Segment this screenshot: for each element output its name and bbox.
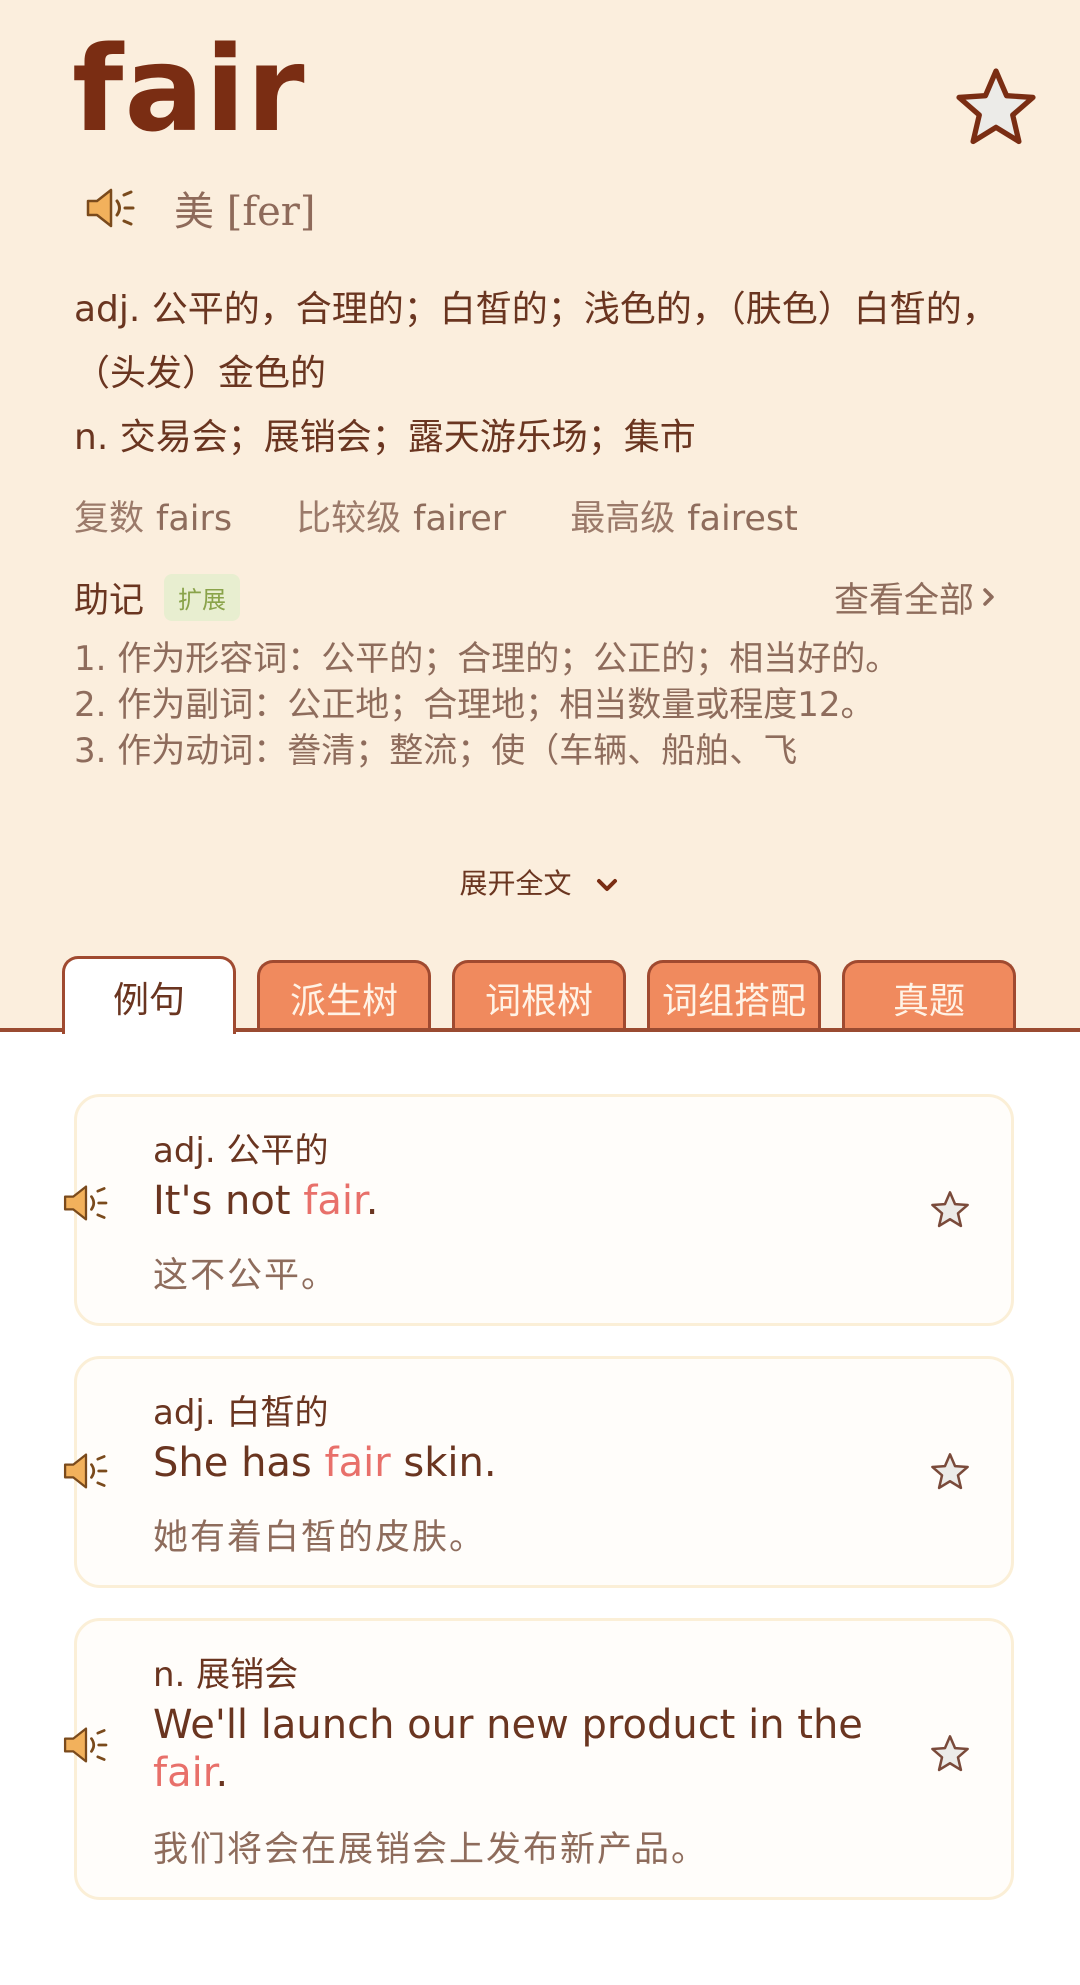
expand-button[interactable]: 展开全文 — [0, 862, 1080, 902]
mnemonic-header: 助记 扩展 查看全部 — [74, 572, 1004, 622]
example-card: n. 展销会 We'll launch our new product in t… — [63, 1618, 1014, 1900]
headword: fair — [72, 20, 306, 158]
form-plural: 复数 fairs — [74, 499, 233, 539]
mnemonic-line: 2. 作为副词：公正地；合理地；相当数量或程度12。 — [74, 685, 875, 725]
see-all-link[interactable]: 查看全部 — [834, 572, 1004, 623]
tab-exam-questions[interactable]: 真题 — [842, 960, 1016, 1032]
speaker-icon[interactable] — [61, 1725, 111, 1765]
star-icon[interactable] — [929, 1189, 971, 1231]
mnemonic-title: 助记 — [74, 580, 145, 621]
chevron-right-icon — [983, 588, 994, 606]
speaker-icon[interactable] — [84, 186, 138, 230]
star-icon[interactable] — [929, 1451, 971, 1493]
see-all-label: 查看全部 — [833, 580, 974, 621]
speaker-icon[interactable] — [61, 1183, 111, 1223]
form-comparative: 比较级 fairer — [296, 499, 507, 539]
example-sentence: She has fair skin. — [153, 1440, 497, 1486]
tab-phrases[interactable]: 词组搭配 — [647, 960, 821, 1032]
example-card: adj. 白皙的 She has fair skin. 她有着白皙的皮肤。 — [63, 1356, 1014, 1588]
example-translation: 我们将会在展销会上发布新产品。 — [153, 1830, 709, 1870]
tab-root-tree[interactable]: 词根树 — [452, 960, 626, 1032]
example-translation: 她有着白皙的皮肤。 — [153, 1518, 487, 1558]
mnemonic-line: 1. 作为形容词：公平的；合理的；公正的；相当好的。 — [74, 639, 900, 679]
extension-badge: 扩展 — [164, 573, 241, 621]
chevron-down-icon — [597, 879, 618, 891]
example-card: adj. 公平的 It's not fair. 这不公平。 — [63, 1094, 1014, 1326]
tab-bar: 例句 派生树 词根树 词组搭配 真题 — [0, 956, 1080, 1034]
mnemonic-line: 3. 作为动词：誊清；整流；使（车辆、船舶、飞 — [74, 731, 798, 771]
favorite-star-icon[interactable] — [952, 64, 1040, 152]
tab-derivation-tree[interactable]: 派生树 — [257, 960, 431, 1032]
example-pos: adj. 公平的 — [153, 1131, 329, 1171]
word-forms: 复数 fairs 比较级 fairer 最高级 fairest — [74, 490, 862, 541]
example-pos: n. 展销会 — [153, 1655, 299, 1695]
form-superlative: 最高级 fairest — [570, 499, 798, 539]
definition-n: n. 交易会；展销会；露天游乐场；集市 — [74, 417, 696, 458]
speaker-icon[interactable] — [61, 1451, 111, 1491]
example-translation: 这不公平。 — [153, 1256, 339, 1296]
star-icon[interactable] — [929, 1733, 971, 1775]
example-pos: adj. 白皙的 — [153, 1393, 329, 1433]
phonetic-row: 美 [fer] — [84, 178, 316, 238]
phonetic-text: 美 [fer] — [174, 189, 316, 235]
example-sentence: We'll launch our new product in the fair… — [153, 1702, 863, 1796]
definitions: adj. 公平的，合理的；白皙的；浅色的，（肤色）白皙的，（头发）金色的 n. … — [74, 278, 1014, 470]
tab-examples[interactable]: 例句 — [62, 956, 236, 1034]
example-sentence: It's not fair. — [153, 1178, 379, 1224]
expand-label: 展开全文 — [459, 867, 572, 900]
definition-adj: adj. 公平的，合理的；白皙的；浅色的，（肤色）白皙的，（头发）金色的 — [74, 289, 998, 394]
